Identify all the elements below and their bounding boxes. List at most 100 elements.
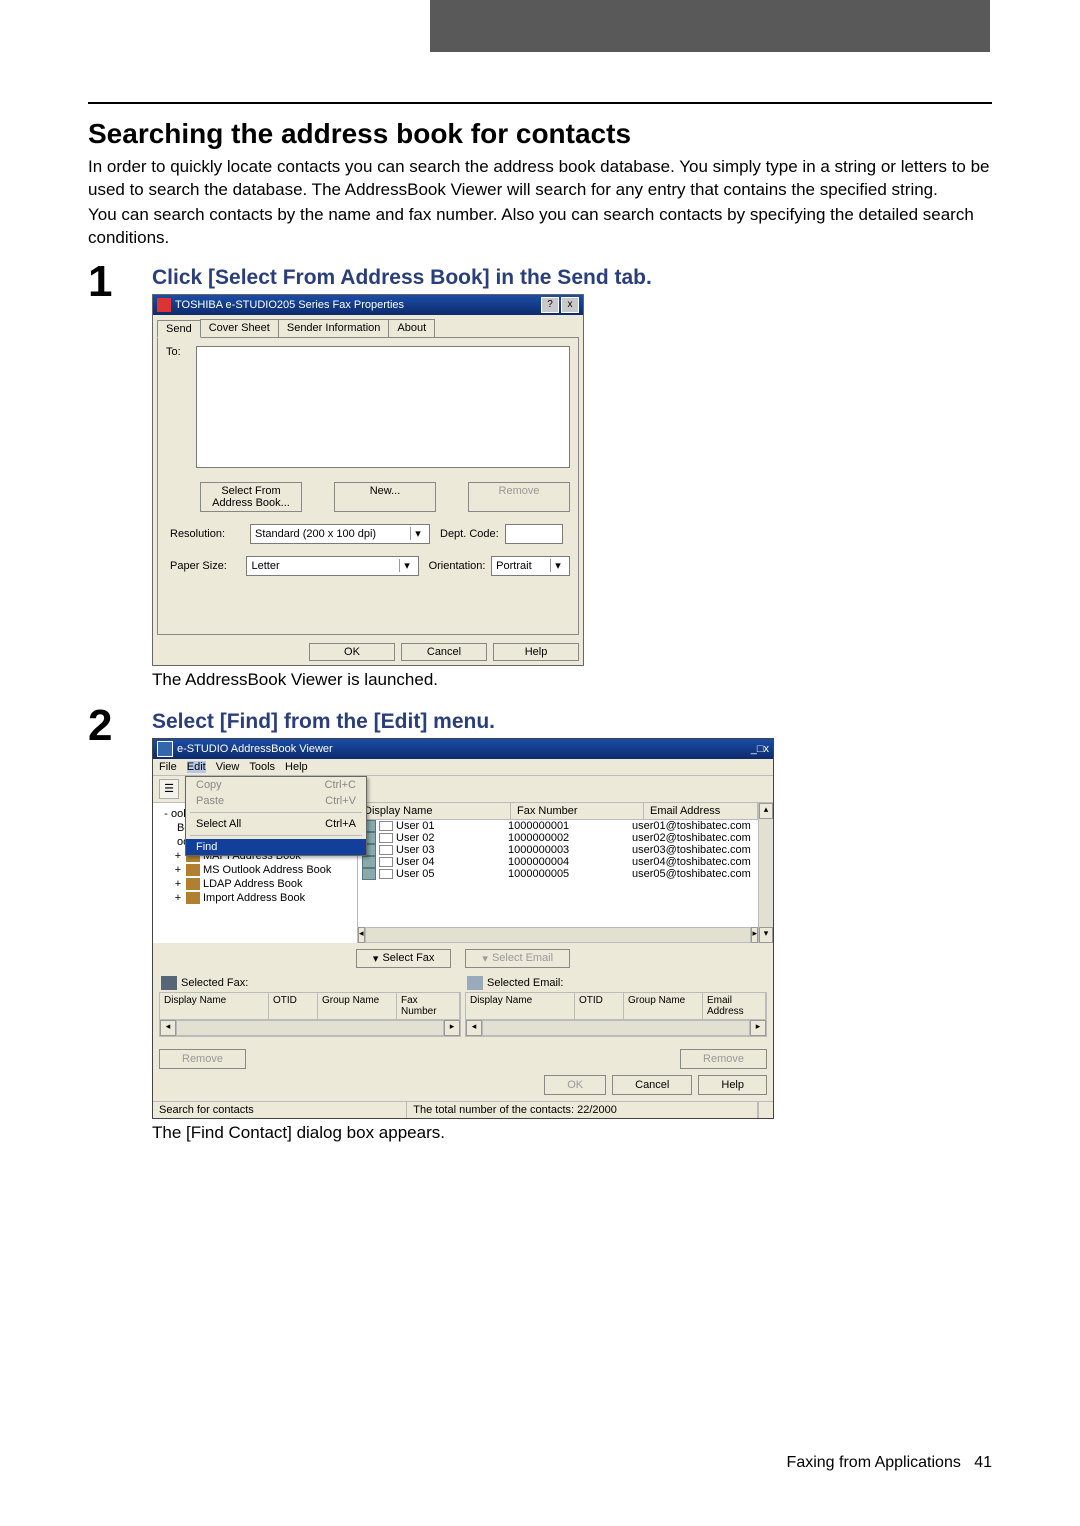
step-2-title: Select [Find] from the [Edit] menu. (152, 710, 992, 734)
intro-paragraph-2: You can search contacts by the name and … (88, 204, 992, 250)
column-fax-number[interactable]: Fax Number (511, 803, 644, 819)
help-button[interactable]: Help (698, 1075, 767, 1095)
resolution-label: Resolution: (170, 528, 250, 540)
tab-cover-sheet[interactable]: Cover Sheet (200, 319, 279, 337)
contact-name: User 02 (396, 832, 435, 844)
column-email[interactable]: Email Address (644, 803, 758, 819)
tab-about[interactable]: About (388, 319, 435, 337)
contact-fax: 1000000001 (502, 820, 628, 832)
contact-row[interactable]: User 041000000004user04@toshibatec.com (358, 856, 758, 868)
orientation-label: Orientation: (429, 560, 486, 572)
close-titlebar-button[interactable]: x (561, 297, 579, 313)
dept-code-input[interactable] (505, 524, 563, 544)
orientation-value: Portrait (496, 560, 531, 572)
horizontal-rule (88, 102, 992, 104)
contact-row[interactable]: User 031000000003user03@toshibatec.com (358, 844, 758, 856)
contacts-grid[interactable]: Display Name Fax Number Email Address Us… (358, 803, 758, 943)
horizontal-scrollbar[interactable] (365, 927, 752, 943)
menu-file[interactable]: File (159, 761, 177, 773)
scroll-left-button[interactable]: ◂ (160, 1020, 176, 1036)
recipients-listbox[interactable] (196, 346, 570, 468)
menu-view[interactable]: View (216, 761, 240, 773)
intro-paragraph-1: In order to quickly locate contacts you … (88, 156, 992, 202)
book-icon (186, 892, 200, 904)
book-icon (186, 864, 200, 876)
new-recipient-button[interactable]: New... (334, 482, 436, 512)
menu-select-all[interactable]: Select All Ctrl+A (186, 816, 366, 832)
contact-email: user04@toshibatec.com (628, 856, 758, 868)
help-titlebar-button[interactable]: ? (541, 297, 559, 313)
remove-selected-email-button[interactable]: Remove (680, 1049, 767, 1069)
menu-copy[interactable]: Copy Ctrl+C (186, 777, 366, 793)
contact-email: user05@toshibatec.com (628, 868, 758, 880)
menu-help[interactable]: Help (285, 761, 308, 773)
mail-icon (379, 821, 393, 831)
selected-fax-label: Selected Fax: (181, 977, 248, 989)
step-1-result: The AddressBook Viewer is launched. (152, 670, 992, 690)
fax-machine-icon (161, 976, 177, 990)
remove-recipient-button[interactable]: Remove (468, 482, 570, 512)
mail-icon (379, 869, 393, 879)
orientation-select[interactable]: Portrait ▾ (491, 556, 570, 576)
page-heading: Searching the address book for contacts (88, 118, 992, 150)
remove-selected-fax-button[interactable]: Remove (159, 1049, 246, 1069)
contact-name: User 01 (396, 820, 435, 832)
dept-code-label: Dept. Code: (440, 528, 499, 540)
menu-find[interactable]: Find (186, 839, 366, 855)
selected-email-list[interactable]: Display Name OTID Group Name Email Addre… (465, 992, 767, 1037)
resolution-select[interactable]: Standard (200 x 100 dpi) ▾ (250, 524, 430, 544)
contact-email: user03@toshibatec.com (628, 844, 758, 856)
horizontal-scrollbar[interactable] (482, 1020, 750, 1036)
resolution-value: Standard (200 x 100 dpi) (255, 528, 376, 540)
selected-fax-list[interactable]: Display Name OTID Group Name Fax Number … (159, 992, 461, 1037)
scroll-right-button[interactable]: ▸ (444, 1020, 460, 1036)
page-footer: Faxing from Applications 41 (787, 1454, 992, 1472)
mail-icon (379, 857, 393, 867)
scroll-left-button[interactable]: ◂ (466, 1020, 482, 1036)
ok-button[interactable]: OK (544, 1075, 606, 1095)
contact-row[interactable]: User 051000000005user05@toshibatec.com (358, 868, 758, 880)
tab-send[interactable]: Send (157, 320, 201, 338)
select-email-button[interactable]: ▾ Select Email (465, 949, 570, 968)
chevron-down-icon: ▾ (399, 559, 414, 572)
select-fax-button[interactable]: ▾ Select Fax (356, 949, 452, 968)
cancel-button[interactable]: Cancel (612, 1075, 692, 1095)
menu-paste[interactable]: Paste Ctrl+V (186, 793, 366, 809)
horizontal-scrollbar[interactable] (176, 1020, 444, 1036)
person-icon (362, 868, 376, 880)
scroll-down-button[interactable]: ▾ (759, 927, 773, 943)
tree-ldap[interactable]: LDAP Address Book (203, 878, 302, 890)
fax-properties-dialog: TOSHIBA e-STUDIO205 Series Fax Propertie… (152, 294, 584, 666)
menu-edit[interactable]: Edit (187, 761, 206, 773)
chevron-down-icon: ▾ (550, 559, 565, 572)
app-icon (157, 298, 171, 312)
column-display-name[interactable]: Display Name (358, 803, 511, 819)
mail-icon (379, 845, 393, 855)
step-1-title: Click [Select From Address Book] in the … (152, 266, 992, 290)
contact-row[interactable]: User 021000000002user02@toshibatec.com (358, 832, 758, 844)
close-button[interactable]: x (764, 743, 770, 755)
maximize-button[interactable]: □ (757, 743, 764, 755)
resize-grip-icon[interactable] (758, 1102, 773, 1118)
cancel-button[interactable]: Cancel (401, 643, 487, 661)
chevron-down-icon: ▾ (410, 527, 425, 540)
contact-name: User 04 (396, 856, 435, 868)
tree-import[interactable]: Import Address Book (203, 892, 305, 904)
contact-row[interactable]: User 011000000001user01@toshibatec.com (358, 820, 758, 832)
to-label: To: (166, 346, 196, 358)
vertical-scrollbar[interactable] (759, 819, 773, 927)
tree-outlook[interactable]: MS Outlook Address Book (203, 864, 331, 876)
dialog-title: TOSHIBA e-STUDIO205 Series Fax Propertie… (175, 299, 404, 311)
menu-tools[interactable]: Tools (249, 761, 275, 773)
contact-email: user02@toshibatec.com (628, 832, 758, 844)
scroll-up-button[interactable]: ▴ (759, 803, 773, 819)
select-from-address-book-button[interactable]: Select From Address Book... (200, 482, 302, 512)
scroll-right-button[interactable]: ▸ (750, 1020, 766, 1036)
book-icon (186, 878, 200, 890)
window-title: e-STUDIO AddressBook Viewer (177, 743, 333, 755)
help-button[interactable]: Help (493, 643, 579, 661)
tab-sender-information[interactable]: Sender Information (278, 319, 390, 337)
toolbar-new-icon[interactable]: ☰ (159, 779, 179, 799)
paper-size-select[interactable]: Letter ▾ (246, 556, 419, 576)
ok-button[interactable]: OK (309, 643, 395, 661)
